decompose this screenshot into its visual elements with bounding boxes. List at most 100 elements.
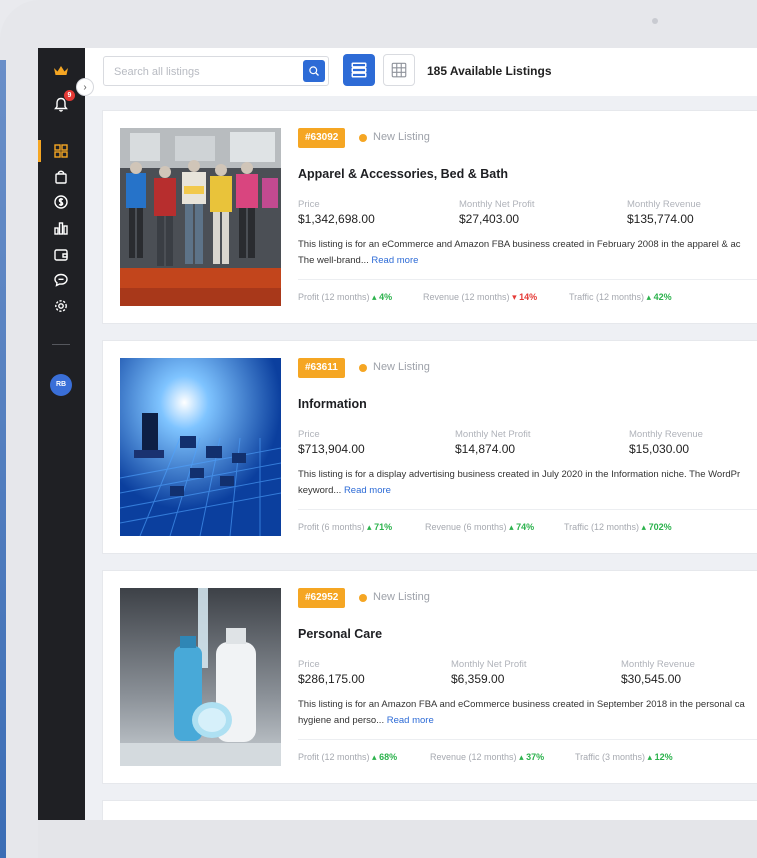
gear-icon[interactable] [50, 295, 72, 317]
grid-view-icon [391, 62, 407, 78]
profit-value: $27,403.00 [459, 212, 520, 226]
profit-label: Monthly Net Profit [451, 659, 527, 670]
trend-up-icon: ▴ [372, 752, 377, 762]
stat-value: 702% [648, 522, 672, 532]
status-label: New Listing [373, 361, 430, 373]
status-label: New Listing [373, 591, 430, 603]
search-input[interactable] [114, 63, 294, 81]
stat-value: 14% [519, 292, 538, 302]
app-screen: 9 RB › Search all listings 185 Available… [38, 48, 757, 820]
stat-label: Revenue (12 months) [423, 292, 510, 302]
crown-logo-icon[interactable] [50, 60, 72, 82]
stat-value: 74% [516, 522, 535, 532]
stats-divider [298, 739, 757, 740]
description-line: The well-brand... Read more [298, 253, 757, 269]
profit-label: Monthly Net Profit [459, 199, 535, 210]
stat-label: Revenue (12 months) [430, 752, 517, 762]
stat-revenue: Revenue (12 months) ▾ 14% [423, 292, 537, 303]
dollar-circle-icon[interactable] [50, 191, 72, 213]
sidebar-divider [52, 344, 70, 345]
stat-value: 12% [654, 752, 673, 762]
chevron-right-icon: › [83, 81, 87, 93]
listing-card[interactable]: #62952 New Listing Personal Care Price $… [102, 570, 757, 784]
trend-down-icon: ▾ [512, 292, 517, 302]
status-label: New Listing [373, 131, 430, 143]
trend-up-icon: ▴ [372, 292, 377, 302]
grid-view-button[interactable] [383, 54, 415, 86]
listing-title[interactable]: Apparel & Accessories, Bed & Bath [298, 167, 508, 181]
list-view-icon [351, 62, 367, 78]
listing-id-badge: #63611 [298, 358, 345, 378]
read-more-link[interactable]: Read more [387, 715, 434, 726]
listing-description: This listing is for an eCommerce and Ama… [298, 237, 757, 269]
webcam [652, 18, 658, 24]
notification-badge: 9 [64, 90, 75, 101]
stat-value: 42% [653, 292, 672, 302]
trend-up-icon: ▴ [641, 522, 647, 532]
search-button[interactable] [303, 60, 325, 82]
price-label: Price [298, 659, 320, 670]
stat-value: 37% [526, 752, 545, 762]
listing-id-badge: #62952 [298, 588, 346, 608]
stat-value: 71% [374, 522, 393, 532]
stat-value: 68% [379, 752, 398, 762]
stat-traffic: Traffic (3 months) ▴ 12% [575, 752, 673, 763]
price-value: $1,342,698.00 [298, 212, 375, 226]
trend-up-icon: ▴ [509, 522, 514, 532]
revenue-value: $30,545.00 [621, 672, 682, 686]
listing-card[interactable]: #63611 New Listing Information Price $71… [102, 340, 757, 554]
stat-label: Traffic (12 months) [569, 292, 645, 302]
listing-thumbnail-apparel[interactable] [120, 128, 281, 306]
trend-up-icon: ▴ [647, 752, 653, 762]
revenue-value: $135,774.00 [627, 212, 694, 226]
revenue-label: Monthly Revenue [629, 429, 703, 440]
listing-thumbnail-personal-care[interactable] [120, 588, 281, 766]
sidebar: 9 RB [38, 48, 85, 820]
listing-title[interactable]: Information [298, 397, 367, 411]
shopping-bag-icon[interactable] [50, 166, 72, 188]
dashboard-grid-icon[interactable] [50, 140, 72, 162]
bar-chart-icon[interactable] [50, 217, 72, 239]
price-label: Price [298, 429, 320, 440]
description-text: hygiene and perso... [298, 715, 385, 726]
stat-label: Profit (12 months) [298, 292, 370, 302]
trend-up-icon: ▴ [646, 292, 652, 302]
listing-thumbnail-information[interactable] [120, 358, 281, 536]
stat-traffic: Traffic (12 months) ▴ 702% [564, 522, 672, 533]
profit-value: $6,359.00 [451, 672, 505, 686]
trend-up-icon: ▴ [367, 522, 372, 532]
description-line: This listing is for an Amazon FBA and eC… [298, 699, 745, 710]
stats-divider [298, 509, 757, 510]
price-value: $713,904.00 [298, 442, 365, 456]
listing-description: This listing is for an Amazon FBA and eC… [298, 697, 757, 729]
read-more-link[interactable]: Read more [344, 485, 391, 496]
revenue-label: Monthly Revenue [621, 659, 695, 670]
stat-profit: Profit (6 months) ▴ 71% [298, 522, 392, 533]
chat-icon[interactable] [50, 269, 72, 291]
description-line: hygiene and perso... Read more [298, 713, 757, 729]
sidebar-collapse-button[interactable]: › [76, 78, 94, 96]
user-avatar[interactable]: RB [50, 374, 72, 396]
search-icon [309, 66, 319, 76]
description-line: This listing is for a display advertisin… [298, 469, 741, 480]
listing-id-badge: #63092 [298, 128, 346, 148]
trend-up-icon: ▴ [519, 752, 524, 762]
stat-label: Profit (6 months) [298, 522, 365, 532]
wallet-icon[interactable] [50, 243, 72, 265]
listing-card-partial[interactable] [102, 800, 757, 820]
status-dot [359, 594, 367, 602]
listing-card[interactable]: #63092 New Listing Apparel & Accessories… [102, 110, 757, 324]
listing-title[interactable]: Personal Care [298, 627, 382, 641]
stat-revenue: Revenue (12 months) ▴ 37% [430, 752, 544, 763]
stat-profit: Profit (12 months) ▴ 4% [298, 292, 392, 303]
status-dot [359, 134, 367, 142]
status-dot [359, 364, 367, 372]
stat-profit: Profit (12 months) ▴ 68% [298, 752, 397, 763]
read-more-link[interactable]: Read more [371, 255, 418, 266]
profit-value: $14,874.00 [455, 442, 516, 456]
description-line: keyword... Read more [298, 483, 757, 499]
listing-count: 185 Available Listings [427, 64, 552, 78]
list-view-button[interactable] [343, 54, 375, 86]
stat-label: Revenue (6 months) [425, 522, 507, 532]
stat-revenue: Revenue (6 months) ▴ 74% [425, 522, 534, 533]
